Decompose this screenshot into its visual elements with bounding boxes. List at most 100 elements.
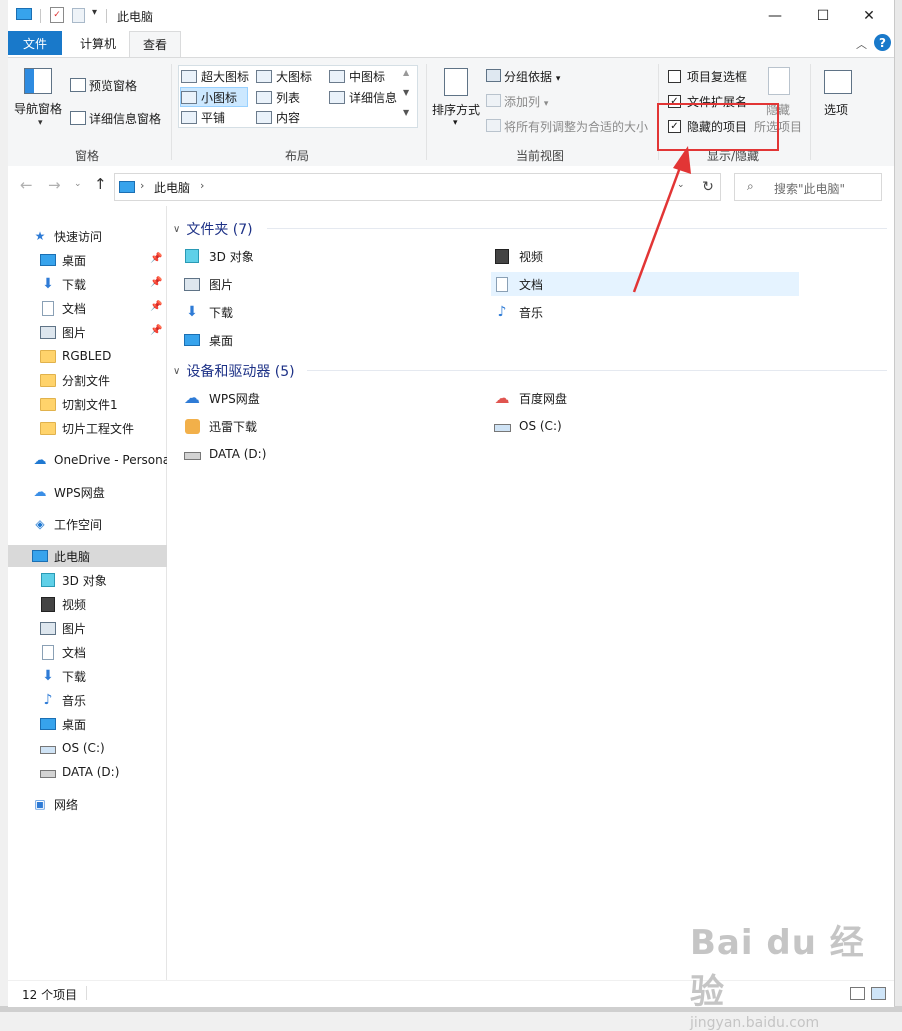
layout-large-icons[interactable]: 大图标 (256, 67, 312, 85)
new-folder-icon[interactable] (72, 8, 85, 23)
tab-file[interactable]: 文件 (8, 31, 62, 55)
download-icon: ⬇ (42, 276, 54, 292)
videos-icon (491, 246, 513, 266)
layout-gallery: 超大图标 大图标 中图标 小图标 列表 详细信息 平铺 内容 ▲ ▼ ▼ (178, 65, 418, 128)
layout-medium-icons[interactable]: 中图标 (329, 67, 385, 85)
size-all-columns-button[interactable]: 将所有列调整为合适的大小 (504, 118, 648, 135)
nav-wps-drive[interactable]: ☁ WPS网盘 (8, 481, 188, 503)
download-icon: ⬇ (186, 304, 198, 320)
options-icon[interactable] (824, 70, 852, 94)
small-icons-icon (181, 90, 197, 104)
music-icon: ♪ (497, 304, 507, 320)
navigation-pane-icon[interactable] (24, 68, 52, 94)
options-button[interactable]: 选项 (824, 101, 848, 118)
nav-onedrive[interactable]: ☁ OneDrive - Persona (8, 449, 188, 471)
up-arrow-icon[interactable]: ↑ (94, 175, 107, 193)
group-separator (426, 64, 427, 160)
document-icon (491, 274, 513, 294)
layout-content[interactable]: 内容 (256, 108, 300, 126)
group-separator (810, 64, 811, 160)
nav-workspace[interactable]: ◈ 工作空间 (8, 513, 188, 535)
breadcrumb-this-pc[interactable]: 此电脑 (154, 179, 190, 196)
3d-objects-icon (40, 573, 56, 587)
sort-by-button[interactable]: 排序方式 (432, 101, 480, 118)
layout-details[interactable]: 详细信息 (329, 88, 397, 106)
folder-item[interactable]: 图片 (181, 272, 489, 296)
group-by-button[interactable]: 分组依据 ▾ (504, 68, 560, 85)
nav-network[interactable]: ▣ 网络 (8, 793, 188, 815)
recent-locations-chevron-icon[interactable]: ⌄ (74, 179, 82, 189)
folders-group-header[interactable]: ∨ 文件夹 (7) (173, 219, 253, 239)
pin-icon[interactable]: 📌 (150, 277, 162, 288)
this-pc-icon (32, 549, 48, 563)
star-icon: ★ (34, 229, 46, 243)
device-item[interactable]: OS (C:) (491, 414, 799, 438)
layout-small-icons[interactable]: 小图标 (180, 87, 248, 107)
forward-arrow-icon[interactable]: → (48, 176, 61, 194)
help-icon[interactable]: ? (874, 34, 891, 51)
annotation-arrow (632, 146, 691, 293)
panes-group-label: 窗格 (75, 149, 100, 163)
breadcrumb-chevron-icon[interactable]: › (140, 179, 144, 192)
search-placeholder: 搜索"此电脑" (774, 182, 846, 196)
quick-access-toolbar-dropdown[interactable]: ▾ (92, 7, 97, 18)
layout-list[interactable]: 列表 (256, 88, 300, 106)
device-item[interactable]: DATA (D:) (181, 442, 489, 466)
pin-icon[interactable]: 📌 (150, 253, 162, 264)
group-separator (171, 64, 172, 160)
layout-group-label: 布局 (285, 149, 310, 163)
3d-objects-icon (181, 246, 203, 266)
folder-item[interactable]: 3D 对象 (181, 244, 489, 268)
tiles-icon (181, 110, 197, 124)
details-pane-button[interactable]: 详细信息窗格 (89, 110, 161, 127)
collapse-ribbon-icon[interactable]: ︿ (856, 36, 867, 52)
close-button[interactable]: ✕ (846, 0, 892, 31)
device-item[interactable]: ☁ 百度网盘 (491, 386, 799, 410)
this-pc-icon (16, 8, 32, 20)
address-bar[interactable]: › 此电脑 › ⌄ (114, 173, 698, 201)
device-item[interactable]: ☁ WPS网盘 (181, 386, 489, 410)
devices-group-header[interactable]: ∨ 设备和驱动器 (5) (173, 361, 295, 381)
layout-extra-large-icons[interactable]: 超大图标 (181, 67, 249, 85)
search-box[interactable]: ⌕ 搜索"此电脑" (734, 173, 882, 201)
item-checkboxes-checkbox[interactable] (668, 70, 681, 83)
download-icon: ⬇ (42, 668, 54, 684)
folder-icon (40, 349, 56, 363)
maximize-button[interactable]: ☐ (800, 0, 846, 31)
group-by-icon (486, 69, 501, 82)
breadcrumb-chevron-icon[interactable]: › (200, 179, 204, 192)
desktop-icon (40, 717, 56, 731)
layout-tiles[interactable]: 平铺 (181, 108, 225, 126)
document-icon (40, 644, 56, 660)
baidu-netdisk-icon: ☁ (494, 389, 510, 407)
gallery-expand[interactable]: ▼ (403, 108, 409, 117)
folder-item[interactable]: ⬇ 下载 (181, 300, 489, 324)
content-pane: ∨ 文件夹 (7) 3D 对象 视频 图片 文档 ⬇ 下载 ♪ 音乐 桌面 ∨ 设备和驱动器 (… (167, 206, 894, 980)
back-arrow-icon[interactable]: ← (20, 176, 33, 194)
tab-view[interactable]: 查看 (129, 31, 181, 57)
folder-item[interactable]: ♪ 音乐 (491, 300, 799, 324)
tab-computer[interactable]: 计算机 (68, 31, 128, 55)
nav-this-pc[interactable]: 此电脑 (8, 545, 188, 567)
sort-by-icon[interactable] (444, 68, 468, 96)
drive-icon (181, 444, 203, 464)
properties-icon[interactable]: ✓ (50, 7, 64, 23)
navigation-pane-button[interactable]: 导航窗格 (14, 100, 62, 117)
desktop-icon (181, 330, 203, 350)
chevron-down-icon: ▾ (38, 118, 43, 128)
preview-pane-button[interactable]: 预览窗格 (89, 77, 137, 94)
add-columns-button[interactable]: 添加列 ▾ (504, 93, 548, 110)
pin-icon[interactable]: 📌 (150, 325, 162, 336)
os-drive-icon (40, 741, 56, 755)
add-columns-icon (486, 94, 501, 107)
folder-item[interactable]: 桌面 (181, 328, 489, 352)
large-icons-icon (256, 69, 272, 83)
minimize-button[interactable]: — (752, 0, 798, 31)
pin-icon[interactable]: 📌 (150, 301, 162, 312)
wps-cloud-icon: ☁ (33, 484, 47, 500)
nav-quick-access[interactable]: ★ 快速访问 (8, 225, 188, 247)
device-item[interactable]: 迅雷下载 (181, 414, 489, 438)
gallery-scroll-up[interactable]: ▲ (403, 68, 409, 77)
gallery-scroll-down[interactable]: ▼ (403, 88, 409, 97)
folder-icon (40, 373, 56, 387)
